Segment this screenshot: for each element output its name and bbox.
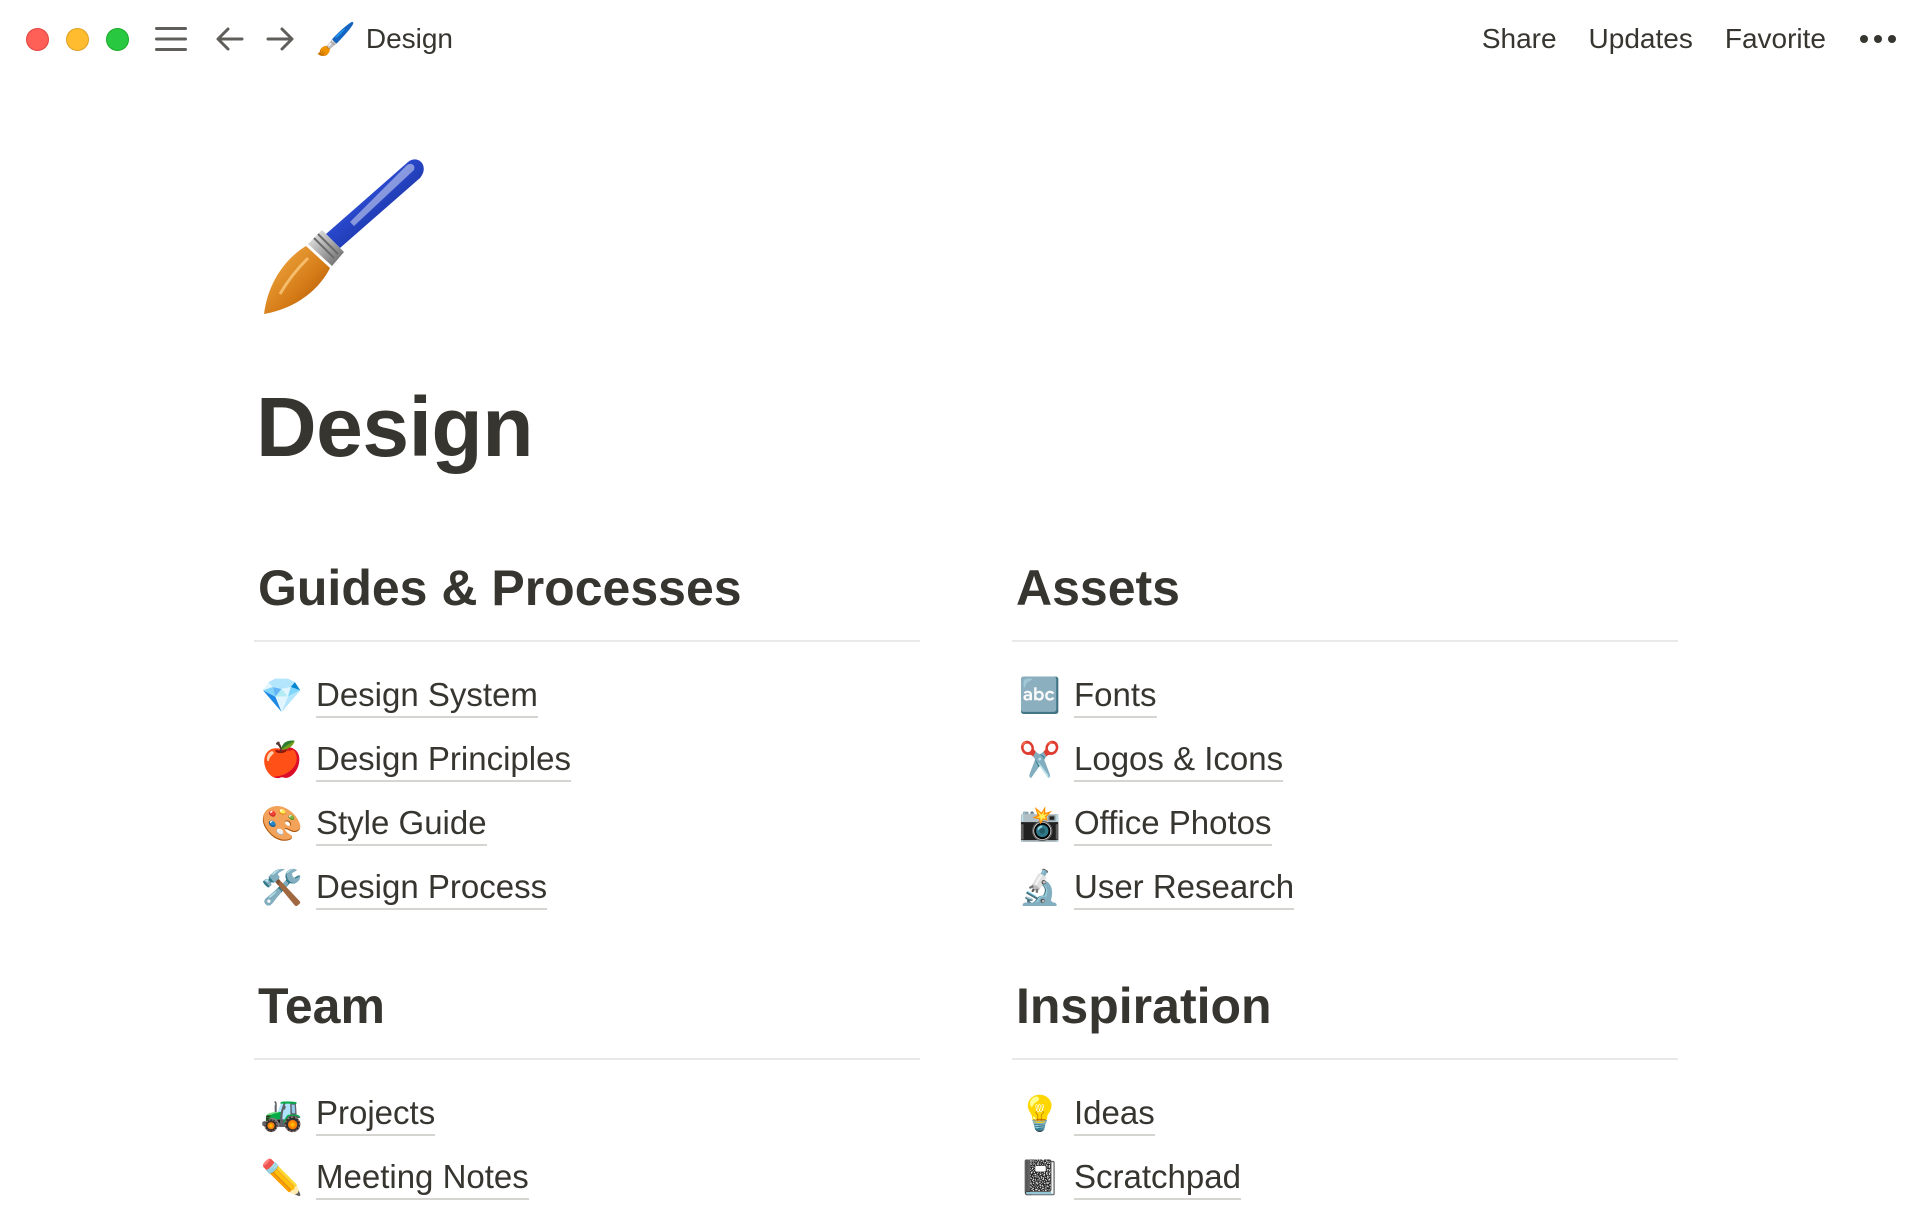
zoom-window-button[interactable] (106, 28, 129, 51)
page-link-label: Scratchpad (1074, 1156, 1241, 1200)
page-link-fonts[interactable]: 🔤 Fonts (1012, 664, 1678, 728)
guides-section: Guides & Processes 💎 Design System 🍎 Des… (254, 556, 920, 920)
page-link-ideas[interactable]: 💡 Ideas (1012, 1082, 1678, 1146)
page-link-label: Projects (316, 1092, 436, 1136)
updates-button[interactable]: Updates (1589, 18, 1693, 60)
page-link-label: Ideas (1074, 1092, 1155, 1136)
page-paintbrush-icon[interactable] (258, 148, 428, 318)
page-link-label: Design Principles (316, 738, 571, 782)
close-window-button[interactable] (26, 28, 49, 51)
team-section: Team 🚜 Projects ✏️ Meeting Notes (254, 974, 920, 1210)
page-link-office-photos[interactable]: 📸 Office Photos (1012, 792, 1678, 856)
divider (254, 640, 920, 642)
gem-icon: 💎 (260, 677, 304, 715)
page-link-label: User Research (1074, 866, 1295, 910)
page-link-meeting-notes[interactable]: ✏️ Meeting Notes (254, 1146, 920, 1210)
window-controls (26, 28, 129, 51)
section-heading-team[interactable]: Team (254, 974, 920, 1038)
guides-list: 💎 Design System 🍎 Design Principles 🎨 St… (254, 664, 920, 920)
favorite-button[interactable]: Favorite (1725, 18, 1826, 60)
lightbulb-icon: 💡 (1018, 1095, 1062, 1133)
tools-icon: 🛠️ (260, 869, 304, 907)
page-link-design-principles[interactable]: 🍎 Design Principles (254, 728, 920, 792)
page-link-label: Style Guide (316, 802, 487, 846)
divider (1012, 640, 1678, 642)
tractor-icon: 🚜 (260, 1095, 304, 1133)
page-link-label: Office Photos (1074, 802, 1272, 846)
divider (1012, 1058, 1678, 1060)
page-link-design-process[interactable]: 🛠️ Design Process (254, 856, 920, 920)
microscope-icon: 🔬 (1018, 869, 1062, 907)
title-bar: 🖌️ Design Share Updates Favorite (0, 0, 1920, 78)
page-link-logos-icons[interactable]: ✂️ Logos & Icons (1012, 728, 1678, 792)
page-link-label: Meeting Notes (316, 1156, 529, 1200)
breadcrumb[interactable]: 🖌️ Design (316, 19, 453, 59)
page-link-label: Fonts (1074, 674, 1157, 718)
divider (254, 1058, 920, 1060)
page-title[interactable]: Design (256, 372, 534, 482)
section-heading-assets[interactable]: Assets (1012, 556, 1678, 620)
camera-flash-icon: 📸 (1018, 805, 1062, 843)
assets-list: 🔤 Fonts ✂️ Logos & Icons 📸 Office Photos… (1012, 664, 1678, 920)
page-link-label: Design System (316, 674, 538, 718)
abc-icon: 🔤 (1018, 677, 1062, 715)
page-link-user-research[interactable]: 🔬 User Research (1012, 856, 1678, 920)
forward-arrow-icon[interactable] (262, 22, 298, 56)
back-arrow-icon[interactable] (212, 22, 248, 56)
scissors-icon: ✂️ (1018, 741, 1062, 779)
palette-icon: 🎨 (260, 805, 304, 843)
section-heading-guides[interactable]: Guides & Processes (254, 556, 920, 620)
share-button[interactable]: Share (1482, 18, 1557, 60)
pencil-icon: ✏️ (260, 1159, 304, 1197)
more-options-icon[interactable] (1858, 18, 1896, 60)
team-list: 🚜 Projects ✏️ Meeting Notes (254, 1082, 920, 1210)
inspiration-section: Inspiration 💡 Ideas 📓 Scratchpad (1012, 974, 1678, 1210)
topbar-actions: Share Updates Favorite (1482, 18, 1896, 60)
page-link-label: Logos & Icons (1074, 738, 1284, 782)
notebook-icon: 📓 (1018, 1159, 1062, 1197)
inspiration-list: 💡 Ideas 📓 Scratchpad (1012, 1082, 1678, 1210)
assets-section: Assets 🔤 Fonts ✂️ Logos & Icons 📸 Office… (1012, 556, 1678, 920)
minimize-window-button[interactable] (66, 28, 89, 51)
apple-icon: 🍎 (260, 741, 304, 779)
page-link-style-guide[interactable]: 🎨 Style Guide (254, 792, 920, 856)
sidebar-menu-icon[interactable] (154, 24, 188, 54)
page-link-scratchpad[interactable]: 📓 Scratchpad (1012, 1146, 1678, 1210)
breadcrumb-page-title: Design (365, 23, 454, 54)
paintbrush-icon: 🖌️ (316, 21, 356, 57)
page-link-design-system[interactable]: 💎 Design System (254, 664, 920, 728)
page-link-projects[interactable]: 🚜 Projects (254, 1082, 920, 1146)
section-heading-inspiration[interactable]: Inspiration (1012, 974, 1678, 1038)
page-link-label: Design Process (316, 866, 548, 910)
